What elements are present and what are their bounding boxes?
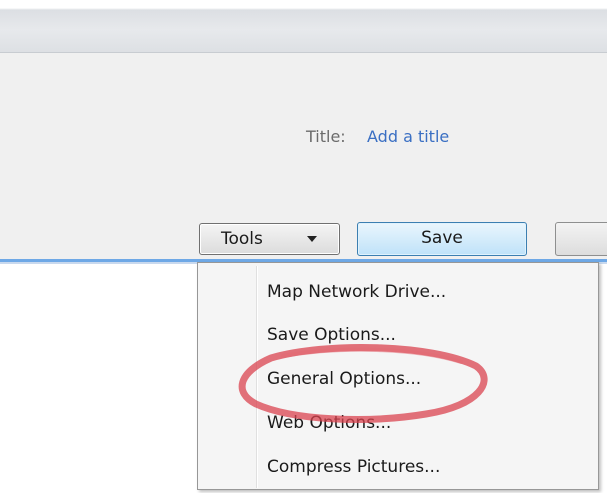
title-label: Title:: [306, 127, 346, 146]
tools-dropdown-menu: Map Network Drive... Save Options... Gen…: [197, 262, 599, 490]
tools-button-label: Tools: [221, 229, 263, 249]
save-button[interactable]: Save: [357, 222, 527, 256]
menu-item-compress-pictures[interactable]: Compress Pictures...: [267, 455, 440, 479]
cancel-button[interactable]: [555, 222, 607, 256]
save-as-dialog: Title: Add a title Tools Save Map Networ…: [0, 0, 607, 493]
menu-item-general-options[interactable]: General Options...: [267, 367, 421, 391]
toolbar-strip: [0, 0, 607, 53]
menu-item-map-network-drive[interactable]: Map Network Drive...: [267, 280, 446, 304]
menu-item-web-options[interactable]: Web Options...: [267, 411, 391, 435]
add-title-link[interactable]: Add a title: [367, 126, 449, 148]
tools-button[interactable]: Tools: [199, 223, 340, 255]
menu-item-save-options[interactable]: Save Options...: [267, 323, 396, 347]
menu-icon-gutter: [256, 266, 258, 488]
dropdown-arrow-icon: [307, 236, 317, 242]
